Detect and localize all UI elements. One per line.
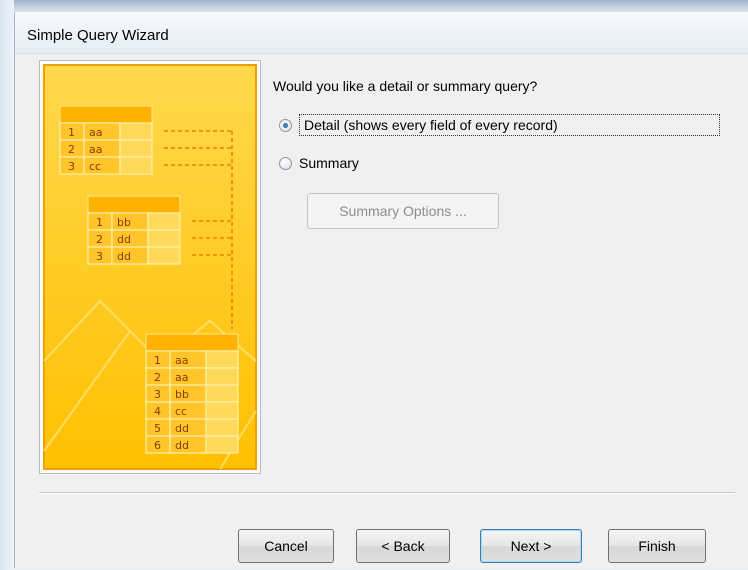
result-table-row-value: dd [175,439,189,452]
result-table: 1 aa 2 aa 3 bb 4 cc 5 dd 6 dd [145,333,239,454]
wizard-illustration: 1 aa 2 aa 3 cc 1 bb 2 dd 3 dd 1 aa 2 aa 3 bb 4 cc 5 dd 6 dd [39,60,261,474]
detail-radio[interactable] [279,118,292,132]
result-table-row-value: bb [175,388,189,401]
source-table-1-row-number: 1 [68,126,75,139]
detail-option[interactable]: Detail (shows every field of every recor… [279,114,720,136]
result-table-header [145,333,239,352]
result-table-row-number: 1 [154,354,161,367]
background-window-left [0,0,14,570]
summary-radio[interactable] [279,156,292,170]
result-table-row-number: 4 [154,405,161,418]
source-table-1-row-number: 3 [68,160,75,173]
source-table-1-row-value: aa [89,126,102,139]
source-table-2-row-value: bb [117,216,131,229]
footer-separator [39,492,735,494]
question-text: Would you like a detail or summary query… [273,78,538,94]
illustration-graphic: 1 aa 2 aa 3 cc 1 bb 2 dd 3 dd 1 aa 2 aa 3 bb 4 cc 5 dd 6 dd [43,64,257,470]
source-table-1-row-value: aa [89,143,102,156]
result-table-row-value: aa [175,371,188,384]
result-table-row-value: aa [175,354,188,367]
simple-query-wizard-dialog: Simple Query Wizard 1 aa 2 aa 3 cc 1 bb 2 dd 3 dd … [14,12,748,568]
summary-options-button[interactable]: Summary Options ... [307,193,499,229]
source-table-2-row-value: dd [117,233,131,246]
result-table-row-value: dd [175,422,189,435]
source-table-1: 1 aa 2 aa 3 cc [59,105,153,175]
finish-button[interactable]: Finish [608,529,706,563]
result-table-row-number: 5 [154,422,161,435]
source-table-2-header [87,195,181,214]
back-button[interactable]: < Back [356,529,450,563]
source-table-2: 1 bb 2 dd 3 dd [87,195,181,265]
cancel-button[interactable]: Cancel [238,529,334,563]
source-table-2-row-number: 1 [96,216,103,229]
title-bar[interactable]: Simple Query Wizard [15,12,748,54]
summary-option-label[interactable]: Summary [299,155,359,171]
source-table-2-row-number: 3 [96,250,103,263]
result-table-row-number: 2 [154,371,161,384]
next-button[interactable]: Next > [480,529,582,563]
detail-option-label[interactable]: Detail (shows every field of every recor… [299,114,720,136]
window-title: Simple Query Wizard [27,27,169,44]
result-table-row-value: cc [175,405,187,418]
result-table-row-number: 6 [154,439,161,452]
summary-option[interactable]: Summary [279,152,359,174]
source-table-2-row-number: 2 [96,233,103,246]
source-table-2-row-value: dd [117,250,131,263]
source-table-1-row-number: 2 [68,143,75,156]
background-window-edge [0,0,748,12]
source-table-1-header [59,105,153,124]
source-table-1-row-value: cc [89,160,101,173]
result-table-row-number: 3 [154,388,161,401]
